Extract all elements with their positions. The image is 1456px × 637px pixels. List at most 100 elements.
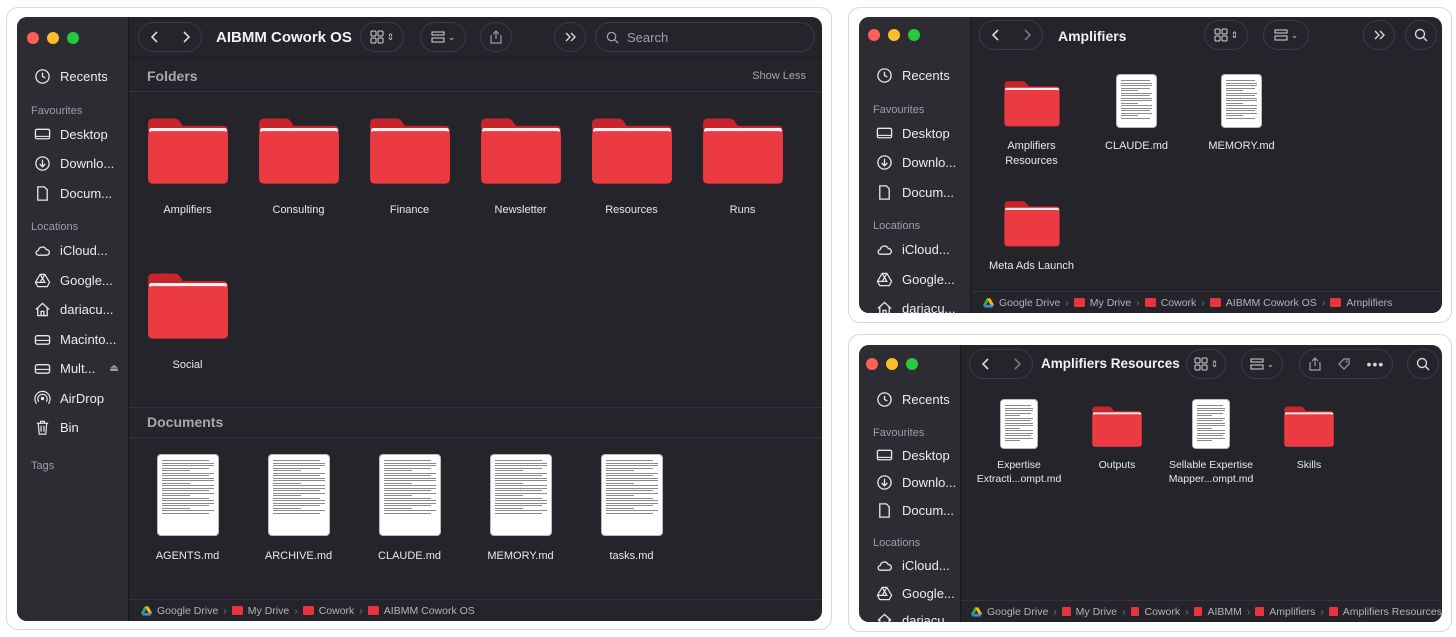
search-icon <box>1416 357 1430 371</box>
sidebar-item-label: Downlo... <box>902 155 957 171</box>
path-separator-icon: › <box>1246 605 1251 618</box>
sidebar-item-desktop[interactable]: Desktop <box>17 120 128 150</box>
clock-icon <box>876 67 893 84</box>
sidebar-item-google[interactable]: Google... <box>859 265 970 295</box>
sidebar-item-dariacu[interactable]: dariacu... <box>859 607 960 622</box>
view-mode-button[interactable]: ⇕ <box>360 22 404 52</box>
forward-button[interactable] <box>170 30 201 44</box>
sidebar-item-icloud[interactable]: iCloud... <box>859 235 970 265</box>
path-segment[interactable]: Cowork <box>1161 297 1197 309</box>
sidebar-item-airdrop[interactable]: AirDrop <box>17 384 128 414</box>
more-toolbar-button[interactable] <box>554 22 586 52</box>
close-button[interactable] <box>866 358 878 370</box>
folder-consulting[interactable]: Consulting <box>243 115 354 218</box>
path-segment[interactable]: Amplifiers Resources <box>1343 606 1442 618</box>
sidebar-item-downlo[interactable]: Downlo... <box>859 469 960 497</box>
folder-newsletter[interactable]: Newsletter <box>465 115 576 218</box>
path-segment[interactable]: AIBMM Cowork OS <box>1226 297 1317 309</box>
item-label: ARCHIVE.md <box>264 550 333 562</box>
path-segment[interactable]: My Drive <box>248 605 289 617</box>
folder-meta-ads-launch[interactable]: Meta Ads Launch <box>979 195 1084 274</box>
sidebar-item-macinto[interactable]: Macinto... <box>17 325 128 355</box>
path-segment[interactable]: Google Drive <box>987 606 1048 618</box>
minimize-button[interactable] <box>886 358 898 370</box>
file-memory-md[interactable]: MEMORY.md <box>1189 75 1294 154</box>
close-button[interactable] <box>868 29 880 41</box>
path-segment[interactable]: Google Drive <box>999 297 1060 309</box>
file-claude-md[interactable]: CLAUDE.md <box>354 455 465 564</box>
sidebar-item-google[interactable]: Google... <box>859 580 960 608</box>
share-icon[interactable] <box>1308 357 1322 371</box>
search-button[interactable] <box>1407 349 1439 379</box>
folder-social[interactable]: Social <box>132 270 243 373</box>
folder-resources[interactable]: Resources <box>576 115 687 218</box>
sidebar-item-downlo[interactable]: Downlo... <box>17 149 128 179</box>
zoom-button[interactable] <box>908 29 920 41</box>
back-button[interactable] <box>970 357 1001 371</box>
sidebar-item-google[interactable]: Google... <box>17 266 128 296</box>
markdown-file-icon <box>379 455 440 535</box>
path-segment[interactable]: Cowork <box>319 605 355 617</box>
path-segment[interactable]: My Drive <box>1076 606 1117 618</box>
tag-icon[interactable] <box>1337 357 1351 371</box>
forward-button[interactable] <box>1001 357 1032 371</box>
sidebar-item-docum[interactable]: Docum... <box>17 179 128 209</box>
sidebar-item-dariacu[interactable]: dariacu... <box>17 295 128 325</box>
minimize-button[interactable] <box>47 32 59 44</box>
sidebar-item-recents[interactable]: Recents <box>859 386 960 414</box>
favourites-header: Favourites <box>31 104 83 117</box>
folder-amplifiers[interactable]: Amplifiers <box>132 115 243 218</box>
search-field[interactable]: Search <box>595 22 815 52</box>
more-toolbar-button[interactable] <box>1363 20 1395 50</box>
folder-finance[interactable]: Finance <box>354 115 465 218</box>
sidebar-item-downlo[interactable]: Downlo... <box>859 148 970 178</box>
sidebar-item-docum[interactable]: Docum... <box>859 178 970 208</box>
sidebar-item-docum[interactable]: Docum... <box>859 497 960 525</box>
show-less-button[interactable]: Show Less <box>752 70 806 82</box>
file-sellable-expertise-mapper-ompt-md[interactable]: Sellable Expertise Mapper...ompt.md <box>1161 400 1261 486</box>
sidebar-item-dariacu[interactable]: dariacu... <box>859 294 970 313</box>
file-claude-md[interactable]: CLAUDE.md <box>1084 75 1189 154</box>
folder-icon <box>1003 195 1061 247</box>
path-segment[interactable]: Amplifiers <box>1346 297 1392 309</box>
zoom-button[interactable] <box>67 32 79 44</box>
path-segment[interactable]: Cowork <box>1144 606 1180 618</box>
group-button[interactable]: ⌄ <box>1263 20 1309 50</box>
folder-outputs[interactable]: Outputs <box>1067 400 1167 472</box>
back-button[interactable] <box>139 30 170 44</box>
path-segment[interactable]: AIBMM Cowork OS <box>384 605 475 617</box>
path-segment[interactable]: Amplifiers <box>1269 606 1315 618</box>
sidebar-item-desktop[interactable]: Desktop <box>859 119 970 149</box>
view-mode-button[interactable]: ⇕ <box>1186 349 1226 379</box>
file-expertise-extracti-ompt-md[interactable]: Expertise Extracti...ompt.md <box>969 400 1069 486</box>
minimize-button[interactable] <box>888 29 900 41</box>
group-button[interactable]: ⌄ <box>420 22 466 52</box>
close-button[interactable] <box>27 32 39 44</box>
sidebar-item-mult[interactable]: Mult... ⏏ <box>17 354 128 384</box>
file-memory-md[interactable]: MEMORY.md <box>465 455 576 564</box>
sidebar-item-icloud[interactable]: iCloud... <box>17 236 128 266</box>
more-actions-icon[interactable]: ••• <box>1367 356 1385 372</box>
back-button[interactable] <box>980 28 1011 42</box>
forward-button[interactable] <box>1011 28 1042 42</box>
file-tasks-md[interactable]: tasks.md <box>576 455 687 564</box>
folder-amplifiers-resources[interactable]: Amplifiers Resources <box>979 75 1084 169</box>
path-segment[interactable]: Google Drive <box>157 605 218 617</box>
sidebar-item-desktop[interactable]: Desktop <box>859 442 960 470</box>
zoom-button[interactable] <box>906 358 918 370</box>
view-mode-button[interactable]: ⇕ <box>1204 20 1248 50</box>
sidebar-item-recents[interactable]: Recents <box>859 61 970 91</box>
group-button[interactable]: ⌄ <box>1241 349 1283 379</box>
folder-skills[interactable]: Skills <box>1259 400 1359 472</box>
folder-runs[interactable]: Runs <box>687 115 798 218</box>
file-agents-md[interactable]: AGENTS.md <box>132 455 243 564</box>
file-archive-md[interactable]: ARCHIVE.md <box>243 455 354 564</box>
sidebar-item-recents[interactable]: Recents <box>17 62 128 92</box>
path-segment[interactable]: AIBMM <box>1207 606 1241 618</box>
share-button[interactable] <box>480 22 512 52</box>
sidebar-item-icloud[interactable]: iCloud... <box>859 552 960 580</box>
eject-icon[interactable]: ⏏ <box>109 363 118 374</box>
sidebar-item-bin[interactable]: Bin <box>17 413 128 443</box>
path-segment[interactable]: My Drive <box>1090 297 1131 309</box>
search-button[interactable] <box>1405 20 1437 50</box>
